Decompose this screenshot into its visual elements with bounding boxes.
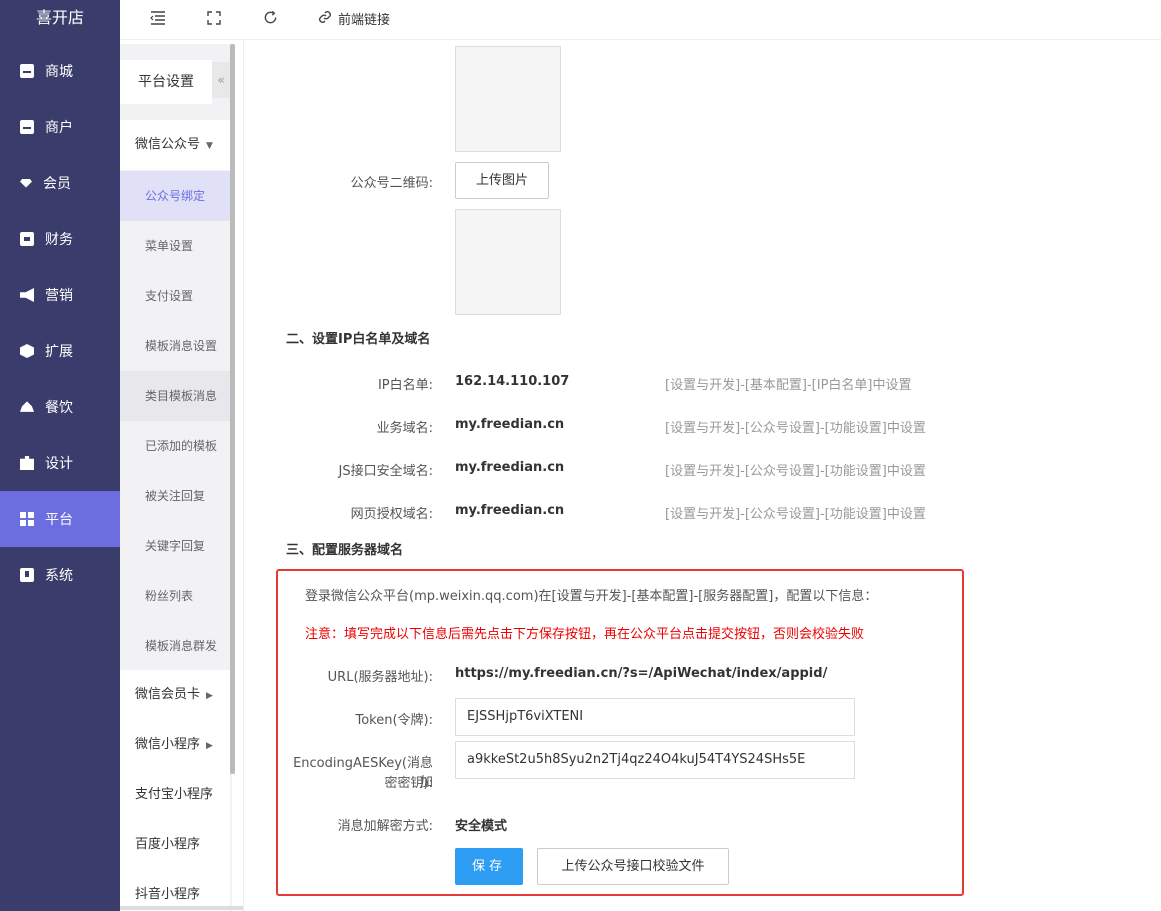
sub-item-keyword-reply[interactable]: 关键字回复 [120,521,230,571]
token-label: Token(令牌): [355,713,433,728]
collapse-button[interactable]: « [212,62,230,98]
main-nav-label: 平台 [45,512,73,528]
sub-sidebar-scrollbar[interactable] [230,44,235,774]
main-nav-label: 商城 [45,64,73,80]
main-nav-extension[interactable]: 扩展 [0,323,120,379]
main-nav-label: 会员 [43,176,71,192]
aes-key-label-line2: 密密钥): [384,776,433,791]
sub-item-template-broadcast[interactable]: 模板消息群发 [120,621,230,671]
ip-whitelist-value: 162.14.110.107 [455,374,570,389]
caret-down-icon: ▼ [206,141,213,151]
main-nav-label: 餐饮 [45,400,73,416]
encryption-mode-value: 安全模式 [455,819,508,834]
brand-logo: 喜开店 [0,0,120,36]
oauth-domain-hint: [设置与开发]-[公众号设置]-[功能设置]中设置 [665,507,926,522]
oauth-domain-value: my.freedian.cn [455,503,565,518]
aes-key-input[interactable]: a9kkeSt2u5h8Syu2n2Tj4qz24O4kuJ54T4YS24SH… [455,741,855,779]
link-icon [318,10,332,31]
js-domain-value: my.freedian.cn [455,460,565,475]
sub-item-fans-list[interactable]: 粉丝列表 [120,571,230,621]
main-nav-platform[interactable]: 平台 [0,491,120,547]
encryption-mode-label: 消息加解密方式: [337,819,433,834]
server-config-warning: 注意：填写完成以下信息后需先点击下方保存按钮，再在公众平台点击提交按钮，否则会校… [305,627,865,642]
frontend-link[interactable]: 前端链接 [318,10,390,30]
main-nav-member[interactable]: 会员 [0,155,120,211]
main-nav-label: 扩展 [45,344,73,360]
token-input[interactable]: EJSSHjpT6viXTENI [455,698,855,736]
save-button[interactable]: 保存 [455,848,523,885]
marketing-icon [20,288,34,302]
store-icon [20,64,34,78]
platform-icon [20,512,34,526]
dining-icon [20,401,34,412]
ip-whitelist-label: IP白名单: [377,378,433,393]
sub-item-menu-settings[interactable]: 菜单设置 [120,221,230,271]
main-nav-dining[interactable]: 餐饮 [0,379,120,435]
main-nav-label: 系统 [45,568,73,584]
caret-right-icon: ▶ [206,741,213,751]
main-nav-label: 设计 [45,456,73,472]
refresh-icon[interactable] [260,10,280,30]
sub-group-label: 微信小程序 [135,737,201,752]
main-nav-system[interactable]: 系统 [0,547,120,603]
upload-image-button[interactable]: 上传图片 [455,162,549,199]
sub-item-account-binding[interactable]: 公众号绑定 [120,171,230,221]
main-nav-label: 商户 [45,120,73,136]
main-nav-design[interactable]: 设计 [0,435,120,491]
merchant-icon [20,120,34,134]
ip-whitelist-hint: [设置与开发]-[基本配置]-[IP白名单]中设置 [665,378,912,393]
sub-item-category-template[interactable]: 类目模板消息 [120,371,230,421]
business-domain-hint: [设置与开发]-[公众号设置]-[功能设置]中设置 [665,421,926,436]
business-domain-value: my.freedian.cn [455,417,565,432]
main-nav-store[interactable]: 商城 [0,43,120,99]
caret-right-icon: ▶ [206,691,213,701]
qrcode-preview-image [455,46,561,152]
main-nav-merchant[interactable]: 商户 [0,99,120,155]
main-nav-finance[interactable]: 财务 [0,211,120,267]
oauth-domain-label: 网页授权域名: [350,507,433,522]
frontend-link-label: 前端链接 [338,13,391,28]
system-icon [20,568,34,582]
sub-group-douyin-mini[interactable]: 抖音小程序 [120,870,230,911]
finance-icon [20,232,34,246]
app-root: 喜开店 商城 商户 会员 财务 营销 扩展 餐饮 设计 平台 系统 前端链接 平… [0,0,1161,911]
sub-item-template-settings[interactable]: 模板消息设置 [120,321,230,371]
sub-item-follow-reply[interactable]: 被关注回复 [120,471,230,521]
design-icon [20,456,34,470]
sub-sidebar-title: 平台设置 [120,60,212,104]
business-domain-label: 业务域名: [376,421,433,436]
fullscreen-icon[interactable] [204,10,224,30]
sub-group-wechat-mini[interactable]: 微信小程序 ▶ [120,720,230,770]
sub-group-wechat-official[interactable]: 微信公众号 ▼ [120,120,230,170]
sub-item-added-templates[interactable]: 已添加的模板 [120,421,230,471]
main-nav-label: 财务 [45,232,73,248]
server-config-notice: 登录微信公众平台(mp.weixin.qq.com)在[设置与开发]-[基本配置… [305,589,878,604]
toggle-menu-icon[interactable] [148,10,168,30]
sub-group-label: 微信会员卡 [135,687,201,702]
sub-group-baidu-mini[interactable]: 百度小程序 [120,820,230,870]
uploaded-image-preview [455,209,561,315]
section-ip-whitelist-title: 二、设置IP白名单及域名 [286,332,431,347]
upload-verify-file-button[interactable]: 上传公众号接口校验文件 [537,848,729,885]
member-icon [20,178,32,188]
main-nav-label: 营销 [45,288,73,304]
extension-icon [20,344,34,358]
sub-group-alipay-mini[interactable]: 支付宝小程序 [120,770,230,820]
url-label: URL(服务器地址): [327,670,433,685]
js-domain-hint: [设置与开发]-[公众号设置]-[功能设置]中设置 [665,464,926,479]
sub-item-payment-settings[interactable]: 支付设置 [120,271,230,321]
qrcode-label: 公众号二维码: [350,176,433,191]
main-nav-marketing[interactable]: 营销 [0,267,120,323]
sub-group-label: 微信公众号 [135,137,201,152]
section-server-config-title: 三、配置服务器域名 [286,543,404,558]
js-domain-label: JS接口安全域名: [338,464,433,479]
url-value: https://my.freedian.cn/?s=/ApiWechat/ind… [455,666,828,681]
sub-group-wechat-card[interactable]: 微信会员卡 ▶ [120,670,230,720]
